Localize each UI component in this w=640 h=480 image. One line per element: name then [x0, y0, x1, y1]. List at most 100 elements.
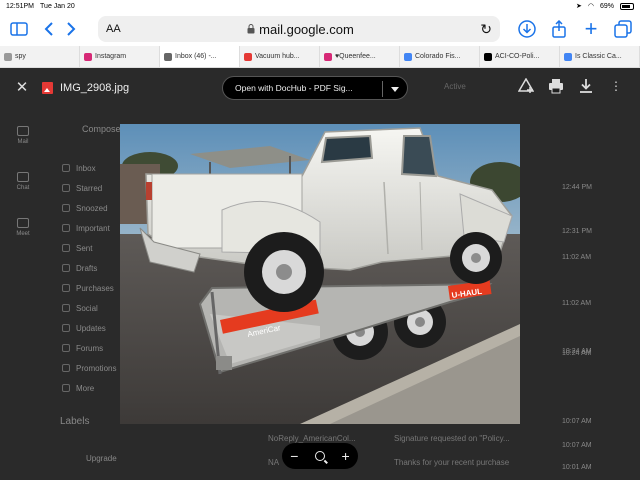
rail-chat-label: Chat	[16, 184, 30, 191]
browser-tab[interactable]: ACI-CO-Poli...	[480, 46, 560, 67]
browser-tab[interactable]: Instagram	[80, 46, 160, 67]
screen: 12:51PM Tue Jan 20 ➤ ◠ 69% AA mail.googl…	[0, 0, 640, 480]
chat-icon	[17, 171, 29, 182]
nav-item-label: More	[76, 383, 95, 393]
rail-meet[interactable]: Meet	[8, 204, 38, 250]
tab-overview-icon[interactable]	[612, 18, 634, 40]
status-date: Tue Jan 20	[40, 2, 75, 10]
tab-label: Is Classic Ca...	[575, 53, 622, 60]
add-to-drive-icon[interactable]	[517, 77, 535, 94]
chevron-down-icon[interactable]	[391, 87, 399, 92]
mail-row-subject: Thanks for your recent purchase	[394, 458, 510, 467]
mail-time: 11:02 AM	[562, 254, 592, 261]
browser-tab[interactable]: Is Classic Ca...	[560, 46, 640, 67]
nav-item-icon	[62, 384, 70, 392]
status-right: ➤ ◠ 69%	[576, 2, 634, 10]
nav-item-icon	[62, 244, 70, 252]
compose-button[interactable]: Compose	[82, 124, 121, 134]
nav-item[interactable]: Starred	[62, 178, 122, 198]
battery-icon	[620, 2, 634, 10]
nav-item-icon	[62, 284, 70, 292]
tab-favicon-icon	[484, 52, 492, 61]
viewer-actions: ⋮	[517, 77, 624, 94]
nav-item[interactable]: Forums	[62, 338, 122, 358]
browser-tab[interactable]: Vacuum hub...	[240, 46, 320, 67]
status-bar: 12:51PM Tue Jan 20 ➤ ◠ 69%	[0, 0, 640, 12]
nav-item-label: Purchases	[76, 283, 114, 293]
nav-item[interactable]: Promotions	[62, 358, 122, 378]
browser-tab[interactable]: spy	[0, 46, 80, 67]
toolbar-right: +	[516, 16, 634, 41]
forward-icon[interactable]	[60, 18, 82, 40]
rail-mail[interactable]: Mail	[8, 112, 38, 158]
status-time: 12:51PM	[6, 2, 35, 10]
tab-label: ACI-CO-Poli...	[495, 53, 540, 60]
browser-tab[interactable]: Colorado Fis...	[400, 46, 480, 67]
nav-item[interactable]: Inbox	[62, 158, 122, 178]
url-display[interactable]: mail.google.com	[247, 22, 354, 37]
more-options-icon[interactable]: ⋮	[608, 78, 624, 94]
browser-tab[interactable]: ♥Queenfee...	[320, 46, 400, 67]
nav-item-label: Social	[76, 303, 98, 313]
rail-chat[interactable]: Chat	[8, 158, 38, 204]
nav-item[interactable]: Updates	[62, 318, 122, 338]
mail-time: 12:44 PM	[562, 184, 592, 191]
nav-item-icon	[62, 204, 70, 212]
download-icon[interactable]	[516, 18, 538, 40]
download-image-icon[interactable]	[578, 78, 594, 94]
tab-favicon-icon	[244, 52, 252, 61]
mail-row-sender: NoReply_AmericanCol...	[268, 434, 356, 443]
nav-item-icon	[62, 344, 70, 352]
print-icon[interactable]	[548, 78, 564, 94]
address-bar[interactable]: AA mail.google.com ↻	[98, 16, 500, 42]
nav-item[interactable]: Purchases	[62, 278, 122, 298]
zoom-reset-icon[interactable]	[314, 451, 325, 461]
nav-item-icon	[62, 184, 70, 192]
tab-label: Colorado Fis...	[415, 53, 461, 60]
new-tab-icon[interactable]: +	[580, 16, 602, 41]
mail-row-subject: Signature requested on "Policy...	[394, 434, 510, 443]
nav-item[interactable]: More	[62, 378, 122, 398]
close-viewer-button[interactable]: ✕	[14, 80, 30, 96]
tab-favicon-icon	[4, 52, 12, 61]
wifi-icon: ◠	[587, 3, 594, 10]
tab-label: Vacuum hub...	[255, 53, 300, 60]
zoom-out-button[interactable]: −	[290, 448, 298, 464]
tab-favicon-icon	[164, 52, 172, 61]
nav-item[interactable]: Important	[62, 218, 122, 238]
browser-tab[interactable]: Inbox (46) -...	[160, 46, 240, 67]
tab-strip: spy Instagram Inbox (46) -... Vacuum hub...…	[0, 46, 640, 68]
reload-icon[interactable]: ↻	[480, 21, 492, 38]
mail-row-sender: NA	[268, 458, 280, 467]
reader-aa-button[interactable]: AA	[106, 23, 121, 35]
nav-item-label: Important	[76, 223, 110, 233]
labels-heading: Labels	[60, 416, 90, 427]
browser-toolbar: AA mail.google.com ↻ +	[0, 12, 640, 46]
nav-item[interactable]: Social	[62, 298, 122, 318]
nav-item-label: Drafts	[76, 263, 98, 273]
nav-item[interactable]: Snoozed	[62, 198, 122, 218]
nav-item-label: Starred	[76, 183, 103, 193]
nav-item-label: Inbox	[76, 163, 96, 173]
battery-percent: 69%	[599, 2, 614, 10]
tab-label: ♥Queenfee...	[335, 53, 376, 60]
zoom-in-button[interactable]: +	[342, 448, 350, 464]
nav-item-label: Sent	[76, 243, 93, 253]
rail-mail-label: Mail	[17, 138, 29, 145]
share-icon[interactable]	[548, 18, 570, 40]
back-icon[interactable]	[38, 18, 60, 40]
nav-item-label: Updates	[76, 323, 106, 333]
tab-label: spy	[15, 53, 26, 60]
image-file-icon	[42, 82, 53, 94]
preview-image: AmeriCar U-HAUL	[120, 124, 520, 424]
open-with-button[interactable]: Open with DocHub - PDF Sig...	[222, 76, 408, 100]
mail-icon	[17, 125, 29, 136]
gmail-nav: Inbox Starred Snoozed Important Sent Drafts Pu…	[62, 158, 122, 398]
nav-item[interactable]: Drafts	[62, 258, 122, 278]
nav-item-label: Forums	[76, 343, 104, 353]
mail-time: 10:24 AM	[562, 350, 592, 357]
tab-favicon-icon	[84, 52, 92, 61]
nav-item[interactable]: Sent	[62, 238, 122, 258]
zoom-controls: − +	[282, 443, 358, 469]
sidebar-icon[interactable]	[8, 18, 30, 40]
